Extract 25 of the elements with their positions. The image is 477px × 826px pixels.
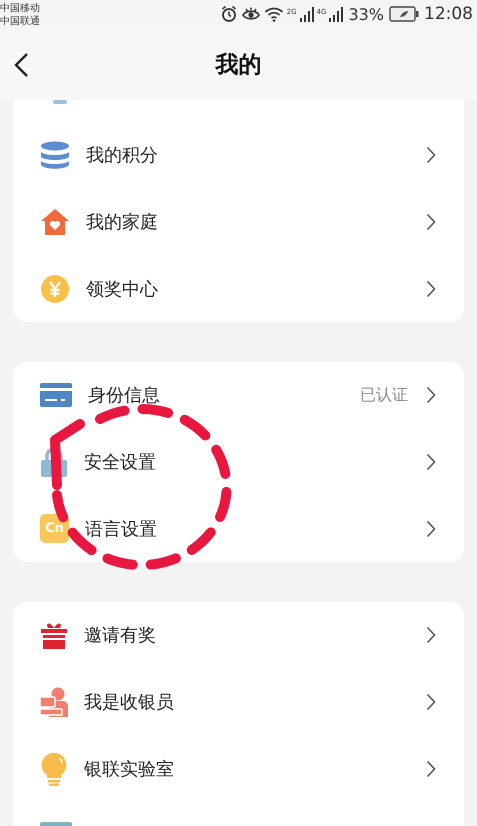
menu-item[interactable]: 邀请有奖 bbox=[13, 602, 464, 669]
page-title: 我的 bbox=[216, 50, 262, 80]
language-badge-icon: Cn bbox=[40, 514, 69, 544]
menu-item[interactable]: Cn 语言设置 bbox=[13, 495, 464, 562]
menu-item[interactable]: 我是收银员 bbox=[13, 668, 464, 736]
menu-item-label: 我的家庭 bbox=[86, 211, 159, 234]
menu-item[interactable]: 我的积分 bbox=[13, 122, 464, 189]
menu-item-label: 身份信息 bbox=[88, 384, 161, 408]
menu-item-label: 银联实验室 bbox=[84, 758, 175, 781]
menu-item-label: 领奖中心 bbox=[86, 278, 159, 301]
battery-percent: 33% bbox=[348, 4, 384, 24]
menu-item[interactable]: 领奖中心 bbox=[13, 255, 464, 322]
menu-item-label: 语言设置 bbox=[85, 518, 158, 541]
menu-item-label: 我的积分 bbox=[86, 144, 159, 168]
carrier-name: 中国移动 bbox=[0, 2, 40, 14]
menu-item[interactable]: 安全设置 bbox=[13, 428, 464, 496]
menu-item[interactable]: 银联实验室 bbox=[13, 736, 464, 802]
status-text: 已认证 bbox=[360, 384, 408, 406]
menu-item-label: 我是收银员 bbox=[84, 691, 175, 714]
clock-time: 12:08 bbox=[424, 4, 473, 24]
menu-item[interactable]: 身份信息 已认证 bbox=[13, 362, 464, 429]
menu-item[interactable]: 我的家庭 bbox=[13, 188, 464, 256]
menu-item-label: 安全设置 bbox=[84, 451, 157, 474]
menu-item-label: 邀请有奖 bbox=[84, 624, 157, 648]
carrier-name: 中国联通 bbox=[0, 14, 40, 28]
